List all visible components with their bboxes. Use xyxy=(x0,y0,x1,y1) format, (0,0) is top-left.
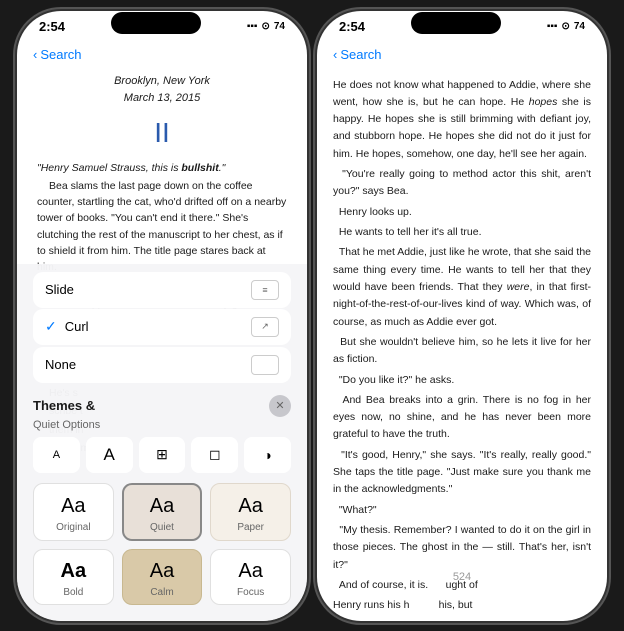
check-icon: ✓ xyxy=(45,318,57,335)
wifi-icon: ⊙ xyxy=(261,21,269,32)
increase-font-button[interactable]: A xyxy=(86,437,133,473)
slide-label: Slide xyxy=(45,282,251,297)
theme-paper[interactable]: Aa Paper xyxy=(210,483,291,541)
themes-grid: Aa Original Aa Quiet Aa Paper Aa Bold Aa xyxy=(17,479,307,621)
right-dynamic-island xyxy=(411,12,501,34)
theme-bold[interactable]: Aa Bold xyxy=(33,549,114,605)
quiet-options-label: Quiet Options xyxy=(17,419,307,433)
theme-focus-aa: Aa xyxy=(238,560,262,583)
left-back-label: Search xyxy=(40,47,81,62)
signal-icon: ▪▪▪ xyxy=(247,21,258,32)
themes-label: Themes & xyxy=(33,398,95,413)
right-signal-icon: ▪▪▪ xyxy=(547,21,558,32)
phones-container: 2:54 ▪▪▪ ⊙ 74 ‹ Search Brooklyn, New Yor… xyxy=(7,1,617,631)
slide-option-slide[interactable]: Slide ≡ xyxy=(33,272,291,308)
right-status-bar: 2:54 ▪▪▪ ⊙ 74 xyxy=(317,11,607,37)
right-wifi-icon: ⊙ xyxy=(561,21,569,32)
theme-focus-name: Focus xyxy=(237,587,264,598)
theme-calm-aa: Aa xyxy=(150,560,174,583)
page-button[interactable]: ◻ xyxy=(191,437,238,473)
left-phone: 2:54 ▪▪▪ ⊙ 74 ‹ Search Brooklyn, New Yor… xyxy=(17,11,307,621)
right-phone: 2:54 ▪▪▪ ⊙ 74 ‹ Search He does not know … xyxy=(317,11,607,621)
slide-options: Slide ≡ ✓ Curl ↗ None xyxy=(17,264,307,389)
left-time: 2:54 xyxy=(39,19,65,34)
right-battery-icon: 74 xyxy=(574,21,585,32)
book-title: Brooklyn, New YorkMarch 13, 2015 xyxy=(37,73,287,108)
close-button[interactable]: ✕ xyxy=(269,395,291,417)
theme-bold-name: Bold xyxy=(63,587,83,598)
theme-original-aa: Aa xyxy=(61,495,85,518)
theme-focus[interactable]: Aa Focus xyxy=(210,549,291,605)
right-status-icons: ▪▪▪ ⊙ 74 xyxy=(547,21,585,32)
slide-icon: ≡ xyxy=(251,280,279,300)
right-book-content: He does not know what happened to Addie,… xyxy=(317,73,607,621)
right-nav-bar: ‹ Search xyxy=(317,37,607,73)
curl-label: Curl xyxy=(65,319,251,334)
theme-calm[interactable]: Aa Calm xyxy=(122,549,203,605)
right-back-label: Search xyxy=(340,47,381,62)
theme-original[interactable]: Aa Original xyxy=(33,483,114,541)
theme-bold-aa: Aa xyxy=(61,560,87,583)
chevron-left-icon: ‹ xyxy=(33,47,37,62)
layout-button[interactable]: ⊞ xyxy=(139,437,186,473)
theme-original-name: Original xyxy=(56,522,90,533)
right-book-text: He does not know what happened to Addie,… xyxy=(333,77,591,621)
right-chevron-left-icon: ‹ xyxy=(333,47,337,62)
bottom-panel: Slide ≡ ✓ Curl ↗ None Themes & ✕ Quiet O… xyxy=(17,264,307,621)
theme-paper-name: Paper xyxy=(237,522,264,533)
curl-icon: ↗ xyxy=(251,317,279,337)
theme-quiet[interactable]: Aa Quiet xyxy=(122,483,203,541)
font-controls: A A ⊞ ◻ ◑ xyxy=(17,433,307,479)
none-label: None xyxy=(45,357,251,372)
left-back-button[interactable]: ‹ Search xyxy=(33,47,82,62)
right-back-button[interactable]: ‹ Search xyxy=(333,47,382,62)
battery-icon: 74 xyxy=(274,21,285,32)
theme-quiet-name: Quiet xyxy=(150,522,174,533)
left-dynamic-island xyxy=(111,12,201,34)
left-status-bar: 2:54 ▪▪▪ ⊙ 74 xyxy=(17,11,307,37)
themes-header: Themes & ✕ xyxy=(17,389,307,419)
theme-quiet-aa: Aa xyxy=(150,495,174,518)
none-icon xyxy=(251,355,279,375)
slide-option-none[interactable]: None xyxy=(33,347,291,383)
decrease-font-button[interactable]: A xyxy=(33,437,80,473)
slide-option-curl[interactable]: ✓ Curl ↗ xyxy=(33,309,291,345)
brightness-button[interactable]: ◑ xyxy=(244,437,291,473)
theme-paper-aa: Aa xyxy=(238,495,262,518)
right-time: 2:54 xyxy=(339,19,365,34)
chapter-number: II xyxy=(37,112,287,154)
left-nav-bar: ‹ Search xyxy=(17,37,307,73)
theme-calm-name: Calm xyxy=(150,587,173,598)
left-status-icons: ▪▪▪ ⊙ 74 xyxy=(247,21,285,32)
page-number: 524 xyxy=(317,571,607,591)
